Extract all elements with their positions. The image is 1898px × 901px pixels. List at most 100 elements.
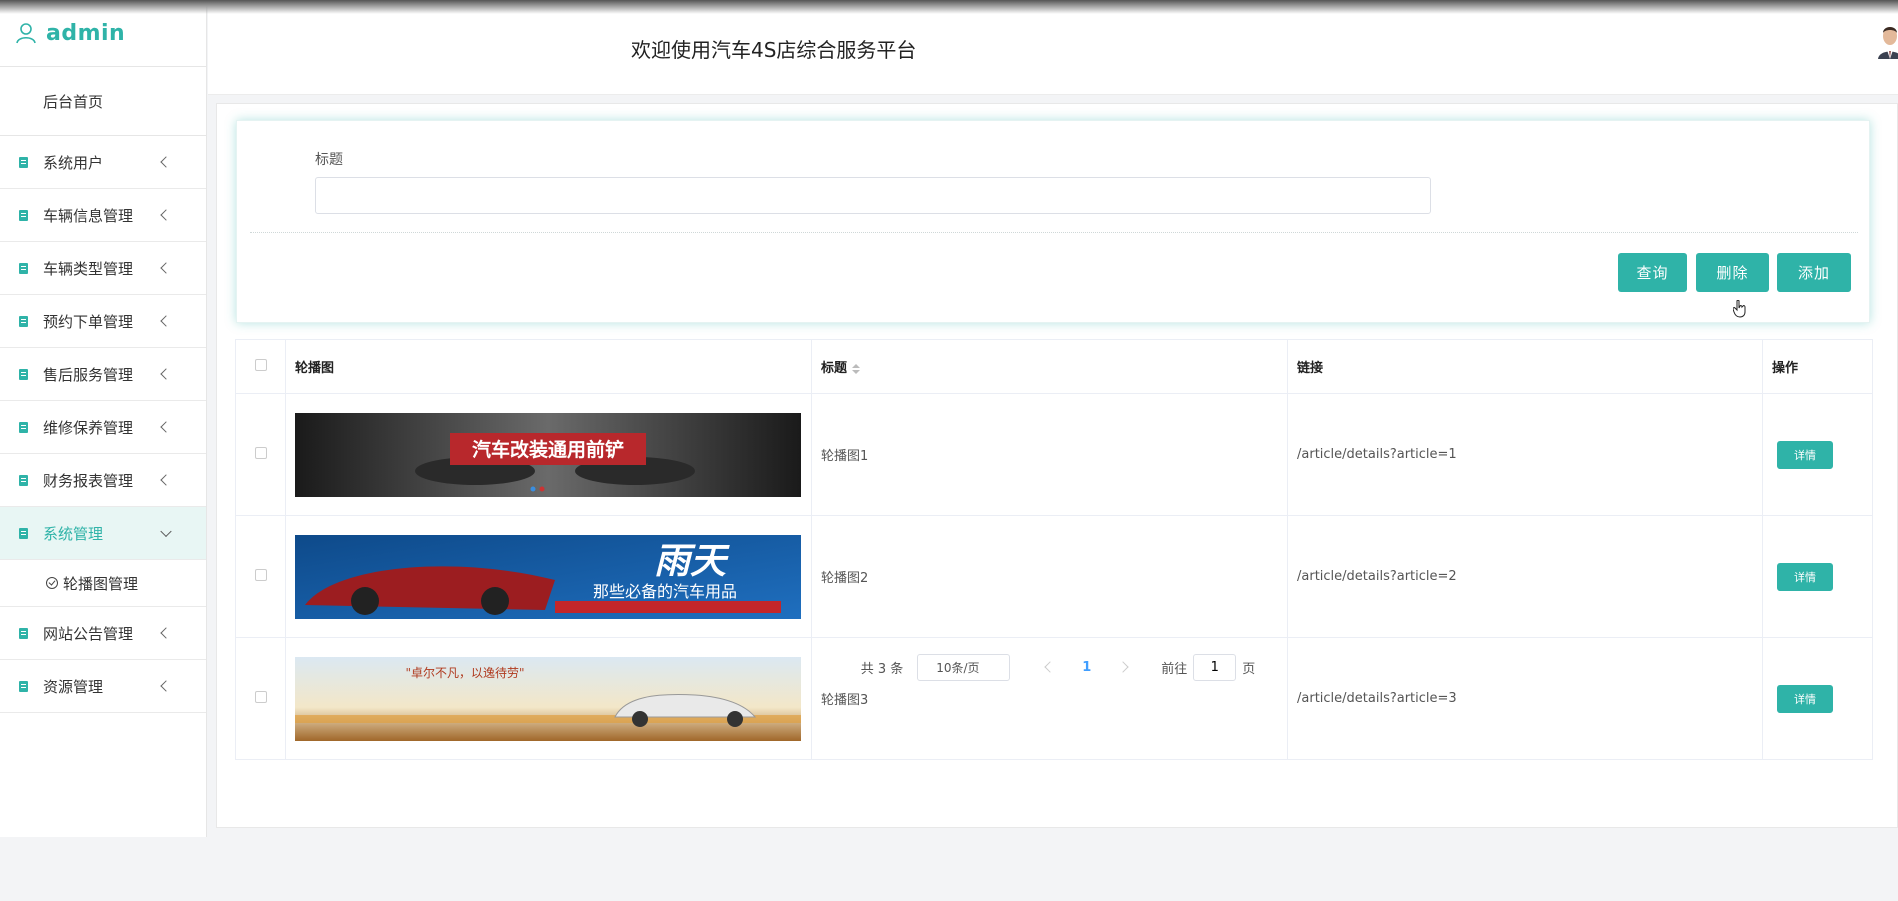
page-title: 欢迎使用汽车4S店综合服务平台 (631, 38, 917, 62)
main-panel: 标题 查询 删除 添加 轮播图 标题 链接 操作 汽车改装通用前铲 轮播图1 /… (216, 103, 1898, 828)
document-icon (19, 368, 28, 380)
chevron-left-icon (160, 156, 172, 168)
chevron-left-icon (160, 421, 172, 433)
delete-button[interactable]: 删除 (1696, 253, 1769, 292)
sidebar-item-label: 车辆类型管理 (43, 259, 134, 278)
prev-page-icon[interactable] (1044, 661, 1056, 673)
chevron-down-icon (160, 525, 172, 538)
row-checkbox[interactable] (254, 690, 267, 703)
add-button[interactable]: 添加 (1777, 253, 1851, 292)
carousel-table: 轮播图 标题 链接 操作 汽车改装通用前铲 轮播图1 /article/deta… (235, 339, 1873, 760)
banner-image: 雨天 那些必备的汽车用品 (295, 534, 801, 619)
query-button[interactable]: 查询 (1618, 253, 1687, 292)
sidebar-subitem-label: 轮播图管理 (63, 574, 139, 593)
chevron-left-icon (160, 474, 172, 486)
top-header: 欢迎使用汽车4S店综合服务平台 (208, 0, 1898, 95)
column-header-title[interactable]: 标题 (811, 339, 1288, 394)
banner-caption: 汽车改装通用前铲 (472, 438, 624, 461)
sidebar-item-home[interactable]: 后台首页 (0, 67, 206, 136)
sidebar-item-system-users[interactable]: 系统用户 (0, 136, 206, 189)
current-page[interactable]: 1 (1082, 660, 1091, 675)
document-icon (19, 421, 28, 433)
sidebar-item-label: 售后服务管理 (43, 365, 134, 384)
pagination: 共 3 条 10条/页 1 前往 页 (217, 647, 1898, 687)
sidebar-item-label: 网站公告管理 (43, 624, 134, 643)
row-select-cell (235, 515, 286, 638)
document-icon (19, 680, 28, 692)
select-all-checkbox[interactable] (254, 358, 267, 371)
sidebar-item-after-sales[interactable]: 售后服务管理 (0, 348, 206, 401)
goto-label: 前往 (1161, 661, 1188, 677)
check-circle-icon (46, 577, 58, 589)
title-cell: 轮播图2 (811, 515, 1288, 638)
action-cell: 详情 (1762, 515, 1873, 638)
sidebar-item-label: 维修保养管理 (43, 418, 134, 437)
sidebar-item-label: 预约下单管理 (43, 312, 134, 331)
goto-suffix: 页 (1242, 661, 1256, 677)
banner-cell: 雨天 那些必备的汽车用品 (285, 515, 812, 638)
banner-caption: 雨天 (654, 541, 730, 582)
page-size-select[interactable]: 10条/页 (917, 653, 1011, 681)
goto-page-input[interactable] (1193, 653, 1237, 681)
document-icon (19, 527, 28, 539)
user-icon (16, 23, 36, 44)
column-header-image: 轮播图 (285, 339, 812, 394)
sidebar-brand: admin (0, 0, 206, 67)
table-header-row: 轮播图 标题 链接 操作 (235, 339, 1873, 394)
link-cell: /article/details?article=2 (1287, 515, 1763, 638)
avatar[interactable] (1876, 22, 1898, 59)
document-icon (19, 315, 28, 327)
detail-button[interactable]: 详情 (1777, 440, 1833, 469)
select-all-cell (235, 339, 286, 394)
column-header-link: 链接 (1287, 339, 1763, 394)
detail-button[interactable]: 详情 (1777, 684, 1833, 713)
banner-subcaption: 那些必备的汽车用品 (593, 582, 737, 601)
sidebar-subitem-carousel[interactable]: 轮播图管理 (0, 560, 206, 607)
title-cell: 轮播图1 (811, 393, 1288, 516)
table-row: 汽车改装通用前铲 轮播图1 /article/details?article=1… (235, 393, 1873, 516)
sidebar-item-announcements[interactable]: 网站公告管理 (0, 607, 206, 660)
link-cell: /article/details?article=1 (1287, 393, 1763, 516)
document-icon (19, 262, 28, 274)
brand-name: admin (46, 20, 126, 46)
sidebar-item-reservations[interactable]: 预约下单管理 (0, 295, 206, 348)
chevron-left-icon (160, 262, 172, 274)
document-icon (19, 156, 28, 168)
sidebar-item-resources[interactable]: 资源管理 (0, 660, 206, 713)
sidebar-item-label: 资源管理 (43, 677, 104, 696)
banner-cell: 汽车改装通用前铲 (285, 393, 812, 516)
row-checkbox[interactable] (254, 568, 267, 581)
sort-icon[interactable] (852, 363, 861, 374)
table-row: 雨天 那些必备的汽车用品 轮播图2 /article/details?artic… (235, 515, 1873, 638)
divider (250, 232, 1858, 233)
next-page-icon[interactable] (1117, 661, 1129, 673)
hand-cursor-icon (1733, 300, 1746, 318)
sidebar-item-vehicle-info[interactable]: 车辆信息管理 (0, 189, 206, 242)
banner-image: 汽车改装通用前铲 (295, 412, 801, 497)
document-icon (19, 627, 28, 639)
sidebar-item-label: 系统管理 (43, 524, 104, 543)
title-field-label: 标题 (315, 152, 343, 168)
sidebar-item-label: 车辆信息管理 (43, 206, 134, 225)
sidebar: admin 后台首页 系统用户 车辆信息管理 车辆类型管理 预约下单管理 售后服… (0, 0, 207, 837)
column-header-actions: 操作 (1762, 339, 1873, 394)
sidebar-item-label: 系统用户 (43, 153, 104, 172)
document-icon (19, 209, 28, 221)
sidebar-item-finance[interactable]: 财务报表管理 (0, 454, 206, 507)
action-cell: 详情 (1762, 393, 1873, 516)
detail-button[interactable]: 详情 (1777, 562, 1833, 591)
chevron-left-icon (160, 209, 172, 221)
search-card: 标题 查询 删除 添加 (236, 120, 1870, 323)
row-select-cell (235, 393, 286, 516)
chevron-left-icon (160, 627, 172, 639)
total-count: 共 3 条 (860, 661, 904, 677)
sidebar-item-label: 财务报表管理 (43, 471, 134, 490)
chevron-left-icon (160, 680, 172, 692)
row-checkbox[interactable] (254, 446, 267, 459)
sidebar-item-vehicle-type[interactable]: 车辆类型管理 (0, 242, 206, 295)
sidebar-item-system-management[interactable]: 系统管理 (0, 507, 206, 560)
chevron-left-icon (160, 368, 172, 380)
title-search-input[interactable] (315, 177, 1431, 214)
sidebar-item-maintenance[interactable]: 维修保养管理 (0, 401, 206, 454)
chevron-left-icon (160, 315, 172, 327)
